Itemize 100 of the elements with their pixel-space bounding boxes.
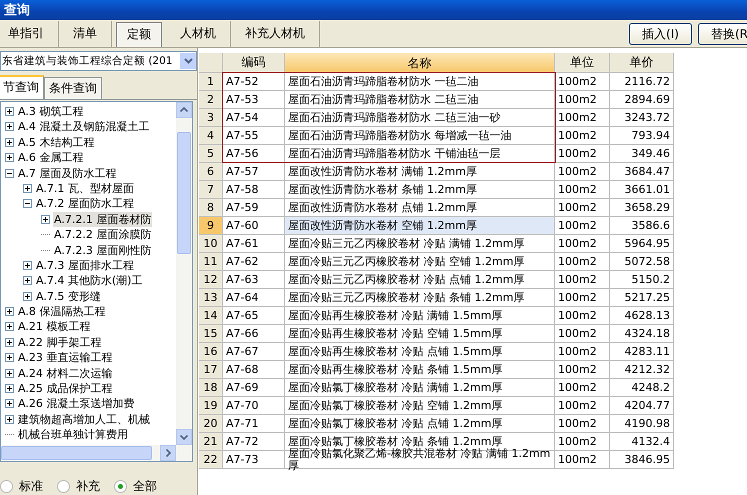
expander-icon[interactable] [5, 414, 14, 424]
expander-icon[interactable] [5, 338, 14, 347]
expander-icon[interactable] [5, 107, 14, 116]
table-cell: A7-52 [223, 73, 285, 91]
query-tab[interactable]: 条件查询 [44, 76, 102, 99]
table-cell: 100m2 [555, 433, 610, 451]
library-dropdown[interactable]: 东省建筑与装饰工程综合定额 (201 [0, 51, 197, 71]
tab[interactable]: 单指引 [0, 21, 59, 47]
row-number[interactable]: 15 [199, 325, 223, 343]
tree-item[interactable]: A.6 金属工程 [17, 150, 84, 166]
tab[interactable]: 清单 [59, 21, 112, 47]
expander-icon[interactable] [23, 276, 32, 286]
row-number[interactable]: 22 [199, 451, 223, 469]
query-tab[interactable]: 节查询 [0, 74, 44, 99]
scroll-up-icon[interactable] [176, 102, 192, 118]
table-cell: A7-67 [223, 343, 285, 361]
expander-icon[interactable] [5, 384, 14, 394]
expander-icon[interactable] [23, 184, 32, 193]
row-number[interactable]: 16 [199, 343, 223, 361]
tree-item[interactable]: 机械台班单独计算费用 [17, 427, 129, 442]
tree-item[interactable]: A.7.2.3 屋面刚性防 [53, 242, 152, 258]
row-number[interactable]: 12 [199, 271, 223, 289]
expander-icon[interactable] [23, 260, 32, 270]
row-number[interactable]: 13 [199, 289, 223, 307]
radio-label[interactable]: 补充 [76, 478, 100, 495]
row-number[interactable]: 21 [199, 433, 223, 451]
expander-icon[interactable] [23, 292, 32, 301]
toolbar-button[interactable]: 插入(I) [629, 23, 692, 45]
table-cell: 4324.18 [610, 325, 674, 343]
table-cell: 4628.13 [610, 307, 674, 325]
scroll-down-icon[interactable] [176, 429, 192, 445]
row-number[interactable]: 3 [199, 109, 223, 127]
tree-item[interactable]: A.7.3 屋面排水工程 [35, 258, 135, 273]
expander-icon[interactable] [5, 399, 14, 408]
row-number[interactable]: 10 [199, 235, 223, 253]
expander-icon[interactable] [5, 307, 14, 316]
tree-item[interactable]: A.4 混凝土及钢筋混凝土工 [17, 119, 150, 134]
row-number[interactable]: 6 [199, 163, 223, 181]
expander-icon[interactable] [5, 168, 14, 178]
tab[interactable]: 补充人材机 [231, 21, 320, 47]
radio-button[interactable] [0, 480, 13, 493]
expander-icon[interactable] [5, 368, 14, 378]
row-number[interactable]: 14 [199, 307, 223, 325]
vertical-scrollbar[interactable] [176, 102, 192, 445]
tree-item[interactable]: A.21 模板工程 [17, 319, 92, 334]
expander-icon[interactable] [23, 199, 32, 208]
tree-item[interactable]: A.22 脚手架工程 [17, 334, 102, 350]
row-number[interactable]: 7 [199, 181, 223, 199]
table-cell: 4190.98 [610, 415, 674, 433]
table-cell: 100m2 [555, 109, 610, 127]
table-cell: A7-61 [223, 235, 285, 253]
row-number[interactable]: 18 [199, 379, 223, 397]
table-cell: 100m2 [555, 325, 610, 343]
tree-item[interactable]: A.7.5 变形缝 [35, 288, 102, 304]
radio-button[interactable] [114, 480, 127, 493]
tree-item[interactable]: A.23 垂直运输工程 [17, 350, 114, 366]
expander-icon[interactable] [41, 214, 50, 224]
table-cell: 100m2 [555, 289, 610, 307]
tree-item[interactable]: A.7.1 瓦、型材屋面 [35, 180, 135, 196]
table-cell: A7-70 [223, 397, 285, 415]
tree-item[interactable]: A.5 木结构工程 [17, 134, 96, 150]
table-cell: 100m2 [555, 145, 610, 163]
row-number[interactable]: 5 [199, 145, 223, 163]
tree-item[interactable]: A.8 保温隔热工程 [17, 304, 106, 320]
tab[interactable]: 人材机 [166, 21, 231, 47]
table-cell: 100m2 [555, 127, 610, 145]
row-number[interactable]: 11 [199, 253, 223, 271]
row-number[interactable]: 19 [199, 397, 223, 415]
table-cell: 屋面冷贴再生橡胶卷材 冷贴 满铺 1.5mm厚 [285, 307, 555, 325]
table-cell: A7-59 [223, 199, 285, 217]
expander-icon[interactable] [5, 122, 14, 132]
row-number[interactable]: 2 [199, 91, 223, 109]
tree-item[interactable]: A.24 材料二次运输 [17, 366, 114, 381]
radio-label[interactable]: 全部 [133, 478, 157, 495]
row-number[interactable]: 20 [199, 415, 223, 433]
expander-icon[interactable] [5, 322, 14, 332]
expander-icon[interactable] [5, 153, 14, 162]
tree-item[interactable]: A.7.2.1 屋面卷材防 [53, 212, 152, 227]
row-number[interactable]: 4 [199, 127, 223, 145]
row-number[interactable]: 8 [199, 199, 223, 217]
column-header: 编码 [223, 53, 285, 73]
row-number[interactable]: 9 [199, 217, 223, 235]
row-number[interactable]: 17 [199, 361, 223, 379]
expander-icon[interactable] [5, 353, 14, 362]
tab[interactable]: 定额 [116, 22, 162, 47]
tree-item[interactable]: A.3 砌筑工程 [17, 104, 84, 119]
tree-item[interactable]: 建筑物超高增加人工、机械 [17, 412, 151, 427]
tree-item[interactable]: A.26 混凝土泵送增加费 [17, 396, 136, 412]
radio-label[interactable]: 标准 [19, 478, 43, 495]
table-cell: 屋面冷贴三元乙丙橡胶卷材 冷贴 条铺 1.2mm厚 [285, 289, 555, 307]
horizontal-scrollbar[interactable] [1, 445, 192, 461]
tree-item[interactable]: A.7.2 屋面防水工程 [35, 196, 135, 212]
expander-icon[interactable] [5, 138, 14, 147]
row-number[interactable]: 1 [199, 73, 223, 91]
radio-button[interactable] [57, 480, 70, 493]
tree-item[interactable]: A.25 成品保护工程 [17, 381, 114, 396]
scroll-right-icon[interactable] [160, 445, 176, 461]
tree-item[interactable]: A.7 屋面及防水工程 [17, 166, 118, 181]
tree-item[interactable]: A.7.2.2 屋面涂膜防 [53, 227, 152, 242]
tree-item[interactable]: A.7.4 其他防水(潮)工 [35, 273, 144, 288]
